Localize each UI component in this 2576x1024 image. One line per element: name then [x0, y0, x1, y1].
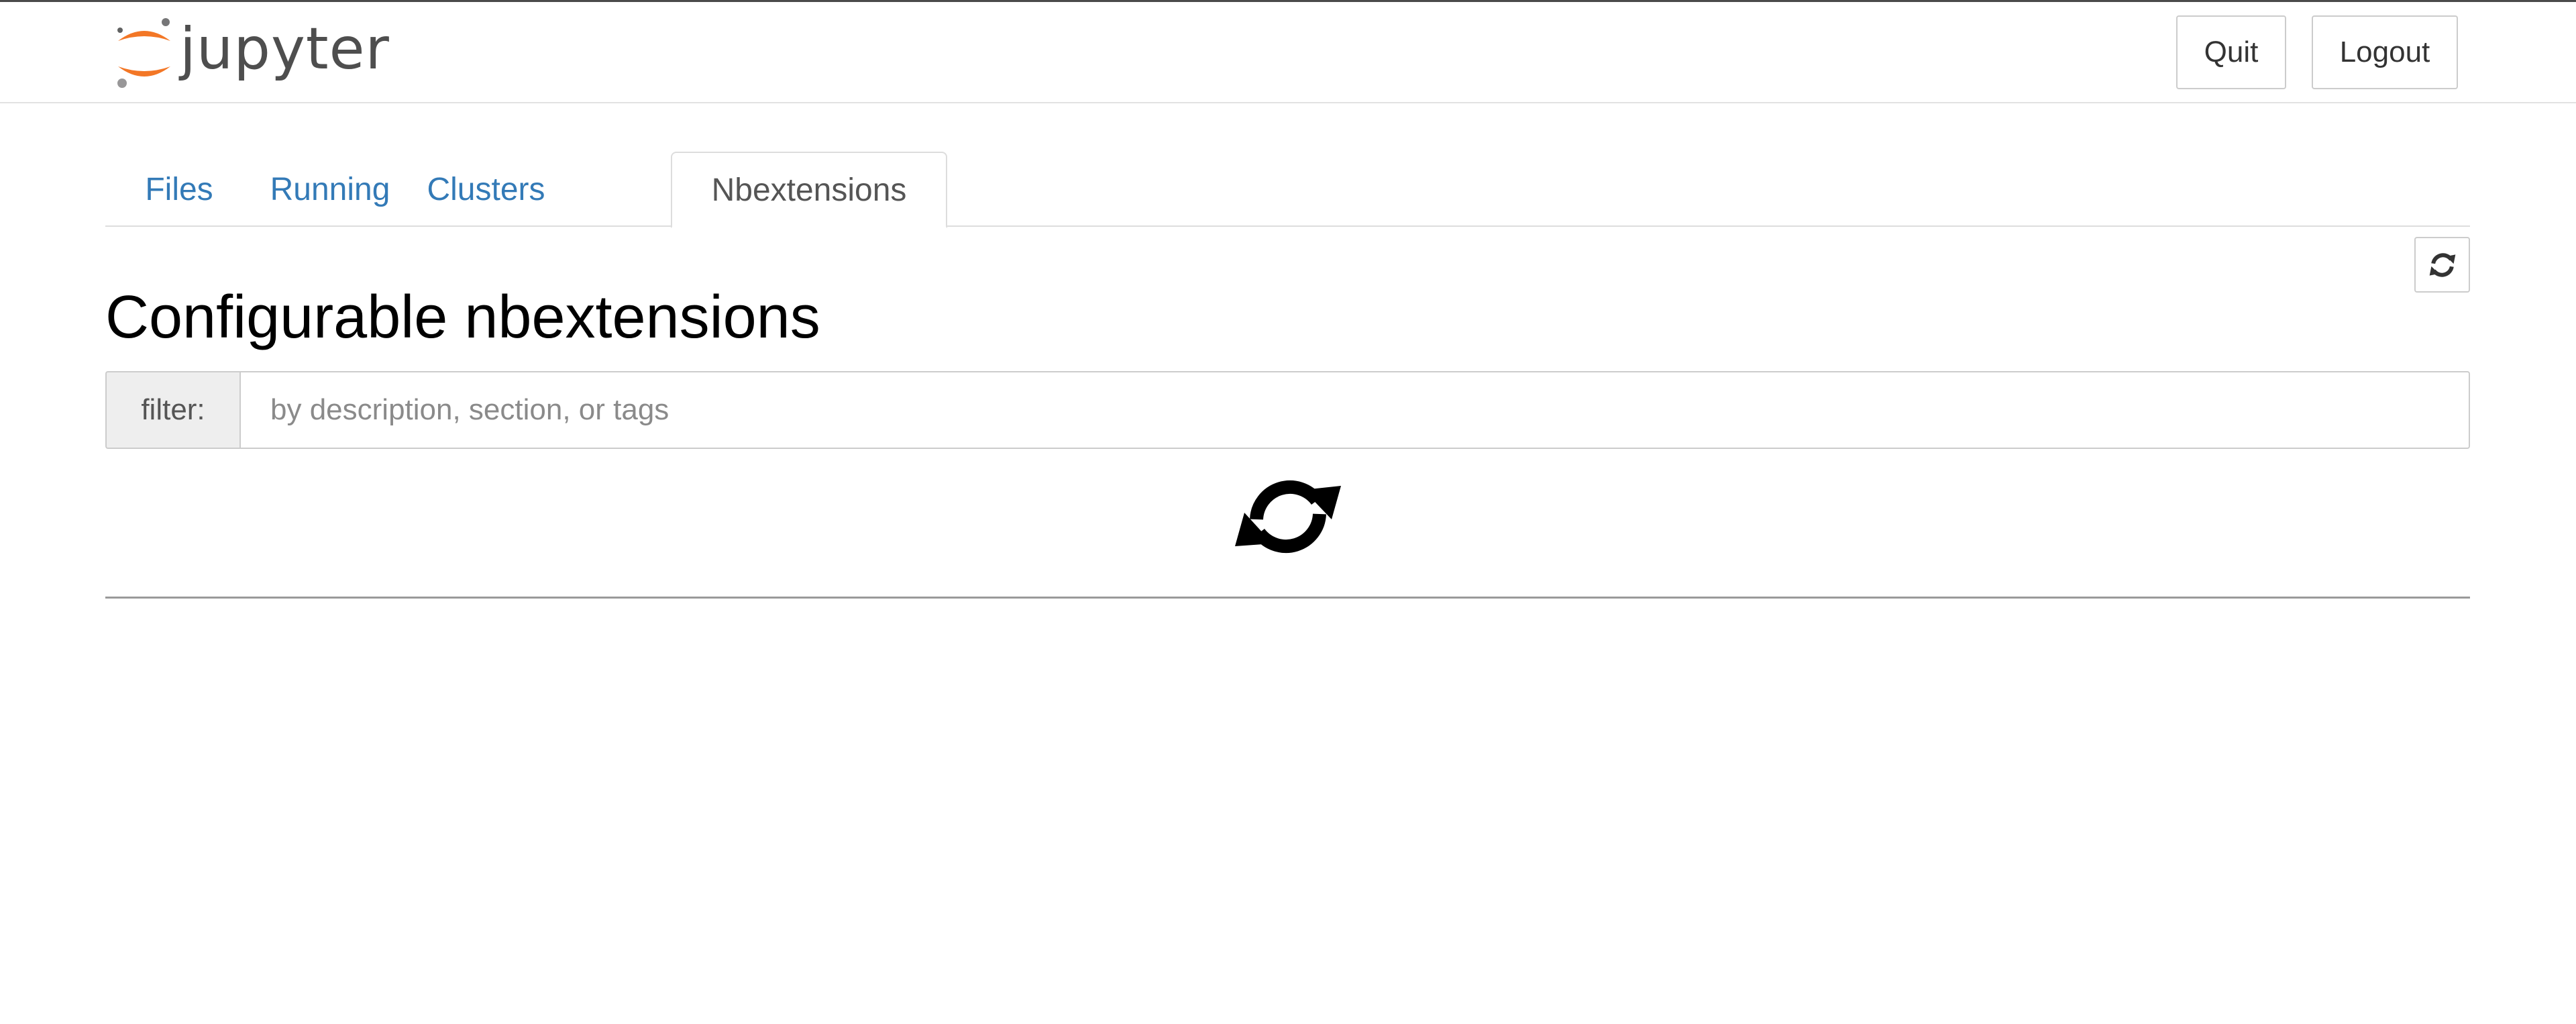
tab-bar: Files Running Clusters Nbextensions — [105, 152, 2470, 228]
top-header: jupyter Quit Logout — [0, 0, 2576, 103]
refresh-icon — [2429, 252, 2455, 277]
filter-input[interactable] — [239, 371, 2470, 449]
quit-button[interactable]: Quit — [2176, 15, 2286, 89]
filter-group: filter: — [105, 371, 2470, 449]
tab-running[interactable]: Running — [253, 152, 407, 227]
refresh-spinner-icon — [1235, 480, 1341, 554]
tab-files[interactable]: Files — [105, 152, 253, 227]
jupyter-logo-icon — [117, 18, 170, 88]
tab-nbextensions[interactable]: Nbextensions — [671, 152, 947, 228]
jupyter-logo[interactable]: jupyter — [114, 14, 390, 92]
tab-clusters[interactable]: Clusters — [407, 152, 565, 227]
filter-label: filter: — [105, 371, 239, 449]
refresh-button[interactable] — [2414, 237, 2470, 293]
logout-button[interactable]: Logout — [2312, 15, 2458, 89]
section-divider — [105, 597, 2470, 599]
page-title: Configurable nbextensions — [105, 284, 820, 351]
jupyter-logo-text: jupyter — [180, 15, 390, 83]
